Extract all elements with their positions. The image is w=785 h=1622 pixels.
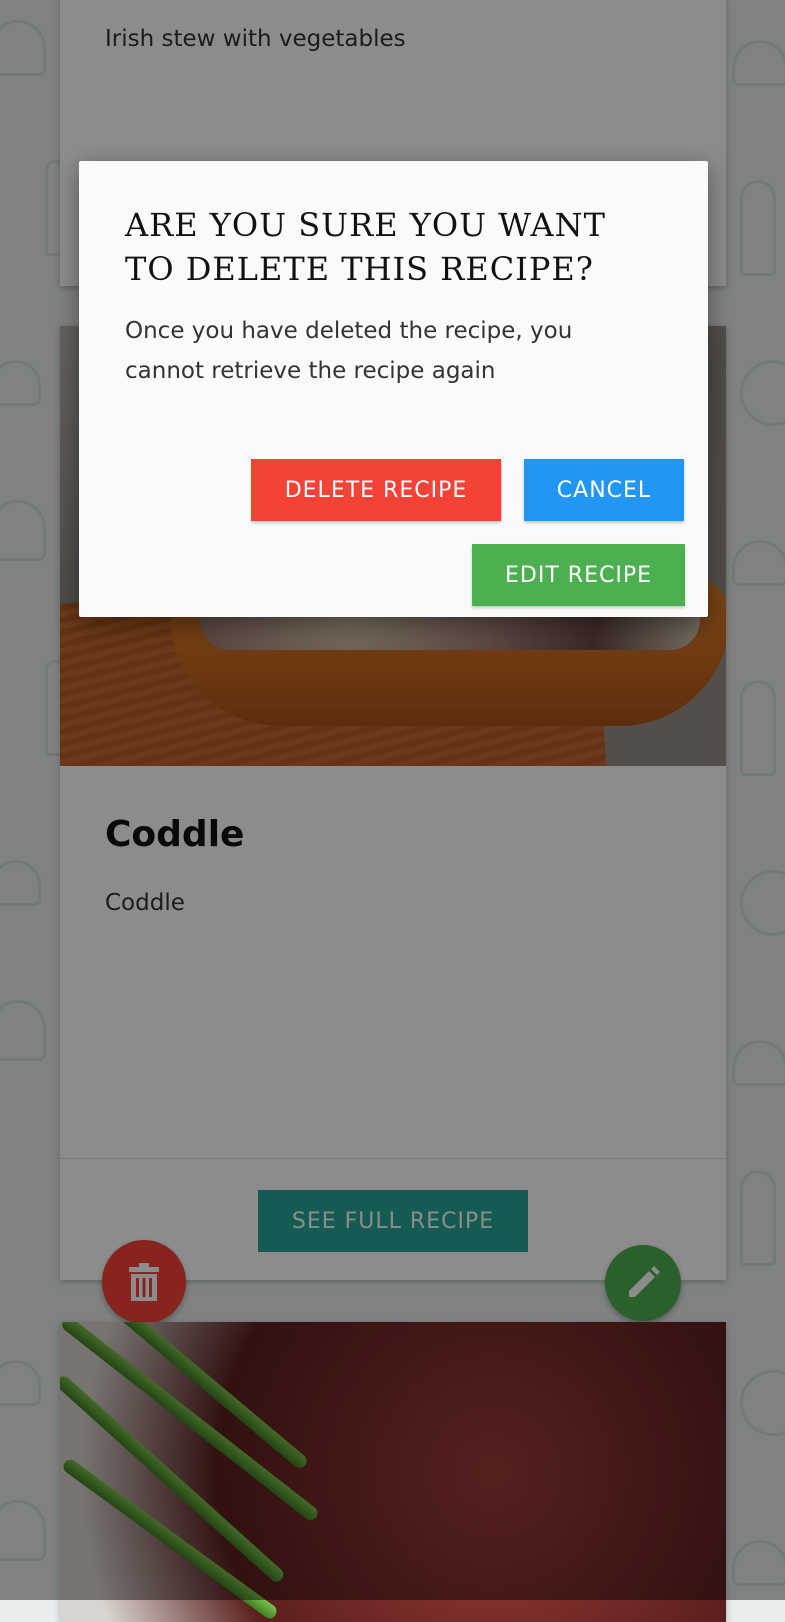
cancel-button[interactable]: CANCEL [524,459,684,521]
modal-title: ARE YOU SURE YOU WANT TO DELETE THIS REC… [125,206,606,288]
delete-recipe-button[interactable]: DELETE RECIPE [251,459,501,521]
modal-message: Once you have deleted the recipe, you ca… [125,318,573,384]
delete-confirmation-modal: ARE YOU SURE YOU WANT TO DELETE THIS REC… [79,161,708,617]
edit-recipe-button[interactable]: EDIT RECIPE [472,544,685,606]
